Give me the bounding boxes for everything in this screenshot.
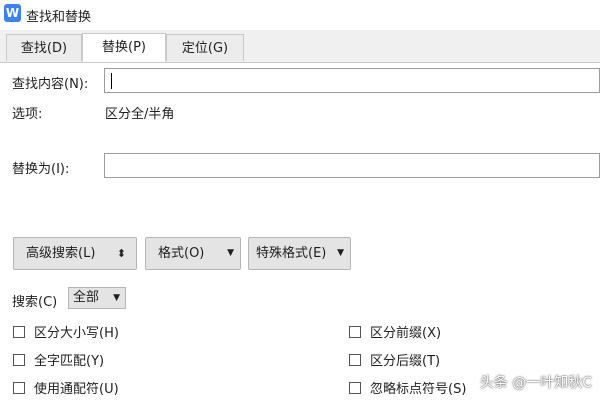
match-prefix-checkbox[interactable]: 区分前缀(X) xyxy=(349,322,441,341)
wps-writer-icon: W xyxy=(4,4,21,22)
options-label: 选项: xyxy=(12,107,43,122)
replace-input[interactable] xyxy=(105,154,599,177)
checkbox-label: 全字匹配(Y) xyxy=(34,354,105,369)
text-caret xyxy=(111,73,112,89)
find-input-box[interactable] xyxy=(104,68,600,93)
checkbox-box[interactable] xyxy=(349,353,361,366)
format-button[interactable]: 格式(O) ▼ xyxy=(145,237,241,270)
search-direction-label: 搜索(C) xyxy=(12,295,58,310)
checkbox-label: 忽略标点符号(S) xyxy=(370,382,467,397)
advanced-search-button[interactable]: 高级搜索(L) ⬍ xyxy=(13,237,137,270)
whole-word-checkbox[interactable]: 全字匹配(Y) xyxy=(13,350,104,369)
search-direction-select[interactable]: 全部 ▼ xyxy=(68,287,126,309)
special-format-label: 特殊格式(E) xyxy=(256,246,327,261)
checkbox-label: 区分前缀(X) xyxy=(370,326,442,341)
find-input[interactable] xyxy=(105,69,599,92)
checkbox-box[interactable] xyxy=(13,353,25,366)
format-label: 格式(O) xyxy=(158,246,205,261)
watermark: 头条 @一叶知秋C xyxy=(479,375,592,391)
checkbox-label: 使用通配符(U) xyxy=(34,382,119,397)
dropdown-arrow-icon: ▼ xyxy=(113,293,120,303)
search-direction-value: 全部 xyxy=(73,290,100,305)
updown-arrow-icon: ⬍ xyxy=(116,247,126,260)
checkbox-label: 区分后缀(T) xyxy=(370,354,441,369)
window-title: 查找和替换 xyxy=(26,10,92,25)
special-format-button[interactable]: 特殊格式(E) ▼ xyxy=(248,237,351,270)
wildcards-checkbox[interactable]: 使用通配符(U) xyxy=(13,378,119,397)
match-case-checkbox[interactable]: 区分大小写(H) xyxy=(13,322,119,341)
replace-label: 替换为(I): xyxy=(12,162,70,177)
ignore-punctuation-checkbox[interactable]: 忽略标点符号(S) xyxy=(349,378,466,397)
tab-goto[interactable]: 定位(G) xyxy=(166,34,244,61)
find-label: 查找内容(N): xyxy=(12,77,89,92)
checkbox-box[interactable] xyxy=(13,325,25,338)
advanced-search-label: 高级搜索(L) xyxy=(26,246,96,261)
checkbox-box[interactable] xyxy=(349,325,361,338)
tab-replace[interactable]: 替换(P) xyxy=(82,33,166,62)
replace-input-box[interactable] xyxy=(104,153,600,178)
checkbox-box[interactable] xyxy=(13,381,25,394)
options-value: 区分全/半角 xyxy=(105,107,175,122)
match-suffix-checkbox[interactable]: 区分后缀(T) xyxy=(349,350,440,369)
checkbox-box[interactable] xyxy=(349,381,361,394)
tab-strip: 查找(D) 替换(P) 定位(G) xyxy=(0,30,600,63)
dropdown-arrow-icon: ▼ xyxy=(227,248,234,258)
checkbox-label: 区分大小写(H) xyxy=(34,326,119,341)
tab-find[interactable]: 查找(D) xyxy=(6,34,82,61)
title-bar: W 查找和替换 xyxy=(0,0,600,30)
dropdown-arrow-icon: ▼ xyxy=(337,248,344,258)
